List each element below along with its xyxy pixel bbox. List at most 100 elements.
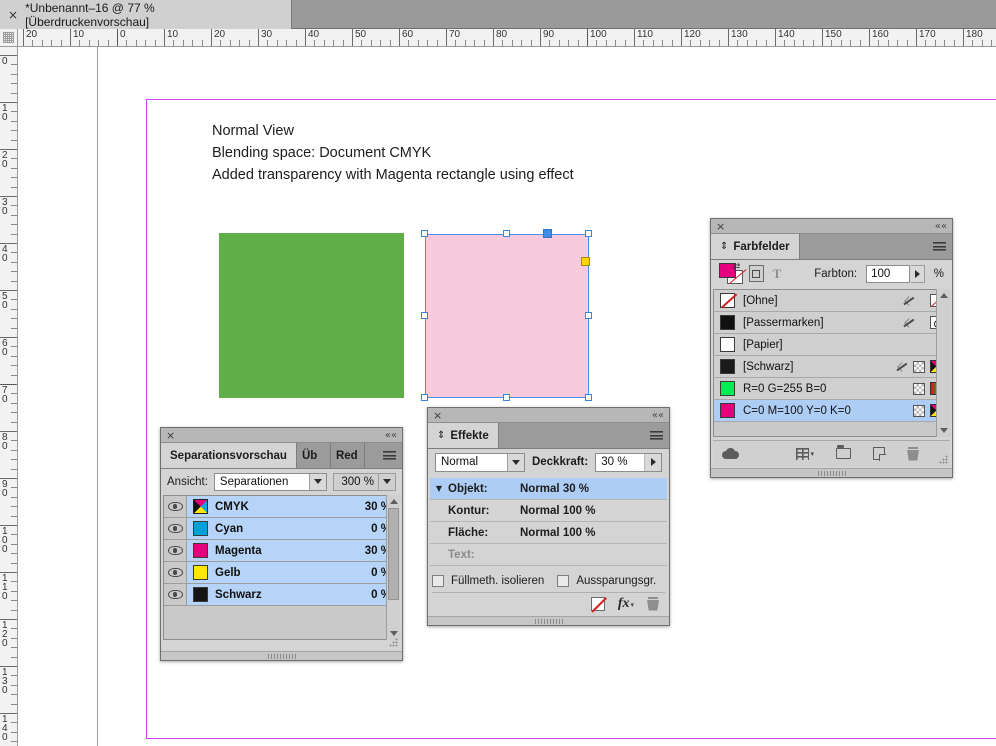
separations-preview-panel[interactable]: × «« Separationsvorschau Üb Red Ansicht:…	[160, 427, 403, 661]
selection-handle-mr[interactable]	[585, 312, 592, 319]
apply-to-text-icon[interactable]: T	[773, 266, 782, 282]
ruler-major-tick	[70, 29, 71, 46]
panel-titlebar[interactable]: × ««	[711, 219, 952, 234]
selection-handle-bc[interactable]	[503, 394, 510, 401]
blend-mode-select[interactable]: Normal	[435, 452, 525, 472]
panel-menu-icon[interactable]	[643, 423, 669, 448]
tab-swatches[interactable]: ⇕ Farbfelder	[711, 234, 800, 259]
tab-redact[interactable]: Red	[330, 443, 365, 468]
green-rectangle[interactable]	[219, 233, 404, 398]
swatch-row-black[interactable]: [Schwarz]	[714, 356, 949, 378]
close-icon[interactable]: ×	[8, 9, 18, 21]
selection-handle-tl[interactable]	[421, 230, 428, 237]
tint-input[interactable]: 100	[866, 264, 911, 283]
clear-effects-icon[interactable]	[590, 596, 605, 611]
panel-drag-grip[interactable]	[428, 616, 669, 625]
content-grabber-handle[interactable]	[543, 229, 552, 238]
corner-options-handle[interactable]	[581, 257, 590, 266]
panel-menu-icon[interactable]	[926, 234, 952, 259]
selection-handle-tr[interactable]	[585, 230, 592, 237]
tab-separations-preview[interactable]: Separationsvorschau	[161, 443, 297, 468]
effects-level-list[interactable]: ▼ Objekt: Normal 30 % Kontur: Normal 100…	[430, 478, 667, 566]
collapse-icon[interactable]: ««	[652, 408, 664, 423]
chevron-down-icon[interactable]	[378, 473, 395, 490]
scroll-up-icon[interactable]	[387, 495, 401, 508]
swatches-list[interactable]: [Ohne] [Passermarken] [Papier] [Schwarz]	[713, 289, 950, 437]
panel-titlebar[interactable]: × ««	[161, 428, 402, 443]
separation-row-magenta[interactable]: Magenta 30 %	[164, 540, 399, 562]
collapse-icon[interactable]: ««	[935, 219, 947, 234]
separation-row-black[interactable]: Schwarz 0 %	[164, 584, 399, 606]
chevron-down-icon[interactable]	[308, 473, 326, 490]
fx-icon[interactable]: fx▾	[618, 596, 634, 612]
cc-library-icon[interactable]	[722, 448, 739, 459]
scroll-down-icon[interactable]	[937, 424, 951, 437]
panel-drag-grip[interactable]	[711, 468, 952, 477]
panel-drag-grip[interactable]	[161, 651, 402, 660]
tab-effects[interactable]: ⇕ Effekte	[428, 423, 499, 448]
collapse-icon[interactable]: ««	[385, 428, 397, 443]
delete-icon[interactable]	[647, 596, 659, 611]
swatch-row-none[interactable]: [Ohne]	[714, 290, 949, 312]
fill-stroke-indicator[interactable]: ⇄	[719, 262, 743, 285]
scrollbar-thumb[interactable]	[388, 508, 399, 600]
effects-row-fill[interactable]: Fläche: Normal 100 %	[430, 522, 667, 544]
tab-trap-presets[interactable]: Üb	[296, 443, 331, 468]
document-tab[interactable]: × *Unbenannt–16 @ 77 % [Überdruckenvorsc…	[0, 0, 292, 29]
visibility-toggle-icon[interactable]	[164, 562, 187, 583]
view-mode-select[interactable]: Separationen	[213, 472, 327, 491]
resolution-select[interactable]: 300 %	[332, 472, 396, 491]
close-icon[interactable]: ×	[716, 219, 725, 234]
separation-row-yellow[interactable]: Gelb 0 %	[164, 562, 399, 584]
swatch-row-paper[interactable]: [Papier]	[714, 334, 949, 356]
swatch-row-magenta[interactable]: C=0 M=100 Y=0 K=0	[714, 400, 949, 422]
ruler-minor-tick	[925, 40, 927, 46]
close-icon[interactable]: ×	[433, 408, 442, 423]
separations-scrollbar[interactable]	[386, 495, 401, 640]
effects-row-stroke[interactable]: Kontur: Normal 100 %	[430, 500, 667, 522]
visibility-toggle-icon[interactable]	[164, 584, 187, 605]
chevron-down-icon[interactable]	[506, 453, 524, 471]
tint-stepper-icon[interactable]	[911, 264, 925, 283]
panel-menu-icon[interactable]	[376, 443, 402, 468]
panel-resize-grip[interactable]	[939, 455, 949, 465]
swatch-row-registration[interactable]: [Passermarken]	[714, 312, 949, 334]
panel-titlebar[interactable]: × ««	[428, 408, 669, 423]
selection-handle-ml[interactable]	[421, 312, 428, 319]
ruler-tick-label: 110	[2, 573, 8, 602]
separation-row-cyan[interactable]: Cyan 0 %	[164, 518, 399, 540]
magenta-rectangle-selected[interactable]	[425, 234, 589, 398]
apply-to-frame-icon[interactable]	[749, 265, 764, 282]
visibility-toggle-icon[interactable]	[164, 496, 187, 517]
close-icon[interactable]: ×	[166, 428, 175, 443]
opacity-stepper-icon[interactable]	[644, 453, 661, 471]
visibility-toggle-icon[interactable]	[164, 540, 187, 561]
new-color-group-icon[interactable]	[836, 445, 851, 459]
horizontal-ruler[interactable]: 20 10 0 10 20 30 40 50 60 70 80 90 100 110 120 130 140 15…	[18, 29, 996, 47]
vertical-ruler[interactable]: 0102030405060708090100110120130140150160…	[0, 47, 18, 746]
separation-row-cmyk[interactable]: CMYK 30 %	[164, 496, 399, 518]
panel-resize-grip[interactable]	[389, 638, 399, 648]
visibility-toggle-icon[interactable]	[164, 518, 187, 539]
isolate-blending-checkbox[interactable]	[432, 575, 444, 587]
swatches-scrollbar[interactable]	[936, 289, 951, 437]
show-swatch-kinds-icon[interactable]: ▾	[796, 447, 814, 460]
ruler-minor-tick	[11, 299, 17, 301]
opacity-field[interactable]: 30 %	[595, 452, 662, 472]
swatch-row-rgb-green[interactable]: R=0 G=255 B=0	[714, 378, 949, 400]
delete-swatch-icon[interactable]	[907, 446, 919, 461]
separations-list[interactable]: CMYK 30 % Cyan 0 % Magenta 30 % Gelb 0 %…	[163, 495, 400, 640]
effects-panel[interactable]: × «« ⇕ Effekte Normal Deckkraft: 30 % ▼ …	[427, 407, 670, 626]
scroll-up-icon[interactable]	[937, 289, 951, 302]
selection-handle-bl[interactable]	[421, 394, 428, 401]
disclosure-triangle-icon[interactable]: ▼	[430, 484, 448, 493]
ruler-origin-corner[interactable]	[0, 29, 18, 47]
effects-row-object[interactable]: ▼ Objekt: Normal 30 %	[430, 478, 667, 500]
knockout-group-checkbox[interactable]	[557, 575, 570, 587]
swatches-panel[interactable]: × «« ⇕ Farbfelder ⇄ T Farbton: 100 % [Oh…	[710, 218, 953, 478]
selection-handle-br[interactable]	[585, 394, 592, 401]
new-swatch-icon[interactable]	[873, 447, 886, 461]
swap-fill-stroke-icon[interactable]: ⇄	[733, 262, 741, 272]
selection-handle-tc[interactable]	[503, 230, 510, 237]
effects-row-text[interactable]: Text:	[430, 544, 667, 566]
